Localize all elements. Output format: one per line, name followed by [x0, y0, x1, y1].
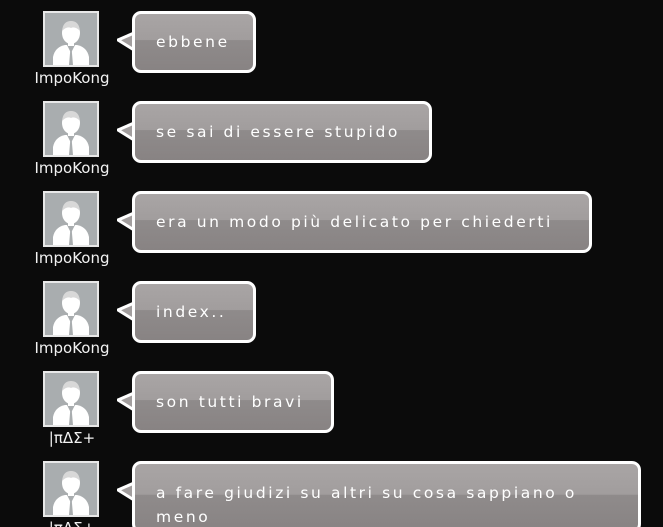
chat-message: |πΔΣ+ a fare giudizi su altri su cosa sa… [0, 461, 663, 527]
chat-message: ImpoKong era un modo più delicato per ch… [0, 191, 663, 281]
message-bubble: son tutti bravi [132, 371, 334, 433]
chat-message: ImpoKong index.. [0, 281, 663, 371]
username-label[interactable]: ImpoKong [22, 158, 122, 178]
chat-message: ImpoKong ebbene [0, 11, 663, 101]
username-label[interactable]: ImpoKong [22, 248, 122, 268]
message-bubble: ebbene [132, 11, 256, 73]
user-avatar-icon[interactable] [43, 371, 99, 427]
username-label[interactable]: ImpoKong [22, 68, 122, 88]
username-label[interactable]: ImpoKong [22, 338, 122, 358]
message-bubble: index.. [132, 281, 256, 343]
username-label[interactable]: |πΔΣ+ [22, 428, 122, 448]
message-bubble: se sai di essere stupido [132, 101, 432, 163]
message-bubble: era un modo più delicato per chiederti [132, 191, 592, 253]
user-avatar-icon[interactable] [43, 101, 99, 157]
user-avatar-icon[interactable] [43, 461, 99, 517]
username-label[interactable]: |πΔΣ+ [22, 518, 122, 527]
chat-message: ImpoKong se sai di essere stupido [0, 101, 663, 191]
user-avatar-icon[interactable] [43, 191, 99, 247]
message-bubble: a fare giudizi su altri su cosa sappiano… [132, 461, 641, 527]
chat-message: |πΔΣ+ son tutti bravi [0, 371, 663, 461]
user-avatar-icon[interactable] [43, 281, 99, 337]
user-avatar-icon[interactable] [43, 11, 99, 67]
chat-log: ImpoKong ebbene ImpoKong se sai di esser… [0, 0, 663, 527]
